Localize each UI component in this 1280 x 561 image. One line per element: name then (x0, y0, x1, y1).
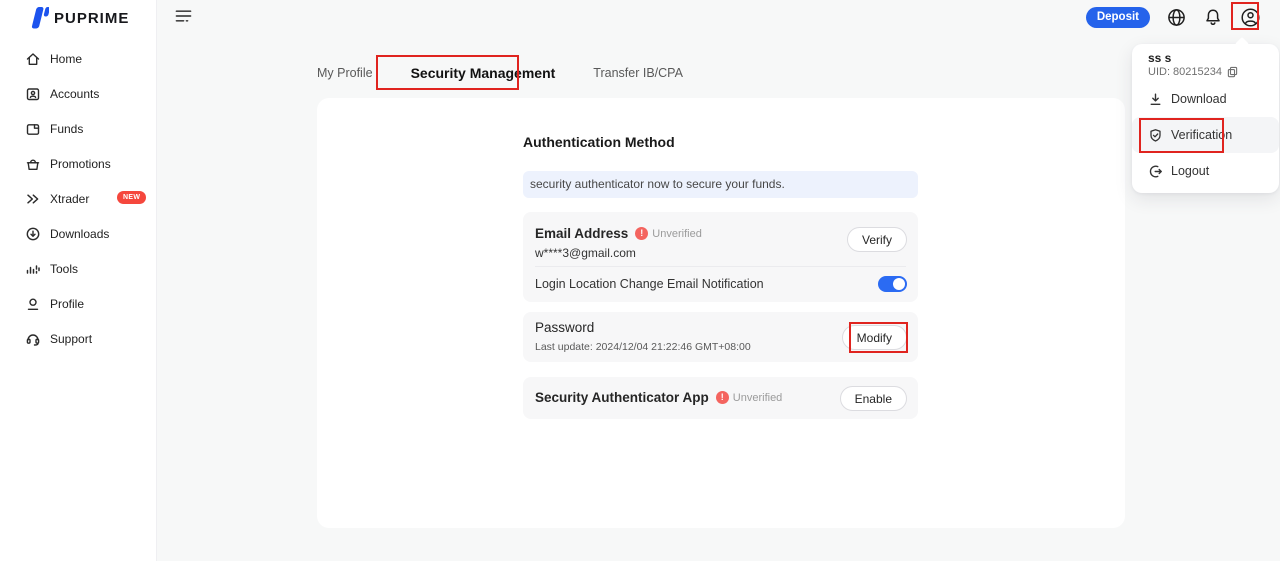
verify-button[interactable]: Verify (847, 227, 907, 252)
email-status-text: Unverified (652, 228, 702, 240)
profile-tabs: My Profile Security Management Transfer … (317, 55, 695, 90)
avatar-icon[interactable] (1239, 6, 1261, 28)
menu-item-logout[interactable]: Logout (1132, 153, 1279, 189)
accounts-icon (25, 86, 41, 102)
email-section: Email Address ! Unverified w****3@gmail.… (523, 212, 918, 302)
puprime-logo-icon (28, 6, 49, 30)
email-status-badge: ! Unverified (635, 227, 702, 240)
password-section: Password Last update: 2024/12/04 21:22:4… (523, 312, 918, 362)
home-icon (25, 51, 41, 67)
tab-security-management[interactable]: Security Management (385, 65, 582, 81)
funds-icon (25, 121, 41, 137)
authenticator-status-badge: ! Unverified (716, 391, 783, 404)
security-management-panel: Authentication Method security authentic… (317, 98, 1125, 528)
tab-my-profile[interactable]: My Profile (317, 66, 385, 80)
divider (535, 266, 906, 267)
menu-item-label: Verification (1171, 128, 1232, 142)
sidebar-nav: Home Accounts Funds Promotions (0, 41, 156, 356)
copy-icon[interactable] (1227, 66, 1238, 78)
sidebar-item-home[interactable]: Home (0, 41, 156, 76)
new-badge: NEW (117, 191, 146, 204)
user-uid: UID: 80215234 (1148, 66, 1222, 78)
email-title-row: Email Address ! Unverified (535, 226, 702, 241)
section-heading: Authentication Method (523, 134, 675, 150)
authenticator-status-text: Unverified (733, 392, 783, 404)
downloads-icon (25, 226, 41, 242)
promotions-icon (25, 156, 41, 172)
sidebar-item-promotions[interactable]: Promotions (0, 146, 156, 181)
email-value: w****3@gmail.com (535, 246, 636, 260)
security-banner: security authenticator now to secure you… (523, 171, 918, 198)
collapse-menu-icon[interactable] (175, 9, 192, 24)
sidebar-item-label: Home (50, 52, 82, 66)
tab-transfer-ib-cpa[interactable]: Transfer IB/CPA (581, 66, 695, 80)
topbar-actions: Deposit (1086, 6, 1261, 28)
shield-check-icon (1148, 128, 1163, 143)
brand-logo[interactable]: PUPRIME (28, 6, 129, 30)
password-title: Password (535, 320, 594, 335)
sidebar-item-label: Tools (50, 262, 78, 276)
menu-item-verification[interactable]: Verification (1132, 117, 1279, 153)
sidebar-item-xtrader[interactable]: Xtrader NEW (0, 181, 156, 216)
enable-button[interactable]: Enable (840, 386, 907, 411)
page: PUPRIME Home Accounts Funds (0, 0, 1280, 561)
user-name: ss s (1148, 51, 1171, 65)
sidebar-item-accounts[interactable]: Accounts (0, 76, 156, 111)
menu-item-download[interactable]: Download (1132, 81, 1279, 117)
authenticator-section: Security Authenticator App ! Unverified … (523, 377, 918, 419)
download-icon (1148, 92, 1163, 107)
password-last-update: Last update: 2024/12/04 21:22:46 GMT+08:… (535, 341, 751, 353)
menu-item-label: Download (1171, 92, 1227, 106)
authenticator-title-row: Security Authenticator App ! Unverified (535, 390, 782, 405)
user-menu-items: Download Verification Logout (1132, 81, 1279, 189)
login-notification-label: Login Location Change Email Notification (535, 277, 764, 291)
tools-icon (25, 261, 41, 277)
deposit-button[interactable]: Deposit (1086, 7, 1150, 28)
profile-icon (25, 296, 41, 312)
sidebar-item-label: Profile (50, 297, 84, 311)
password-title-row: Password (535, 320, 594, 335)
email-title: Email Address (535, 226, 628, 241)
menu-item-label: Logout (1171, 164, 1209, 178)
brand-name: PUPRIME (54, 10, 129, 27)
globe-icon[interactable] (1165, 6, 1187, 28)
sidebar-item-profile[interactable]: Profile (0, 286, 156, 321)
sidebar-item-support[interactable]: Support (0, 321, 156, 356)
sidebar-item-label: Promotions (50, 157, 111, 171)
sidebar-item-label: Funds (50, 122, 83, 136)
dropdown-caret (1235, 37, 1249, 51)
xtrader-icon (25, 191, 41, 207)
logout-icon (1148, 164, 1163, 179)
sidebar-item-downloads[interactable]: Downloads (0, 216, 156, 251)
user-dropdown-menu: ss s UID: 80215234 Download Verification (1132, 44, 1279, 193)
exclamation-icon: ! (716, 391, 729, 404)
support-icon (25, 331, 41, 347)
sidebar-item-funds[interactable]: Funds (0, 111, 156, 146)
login-notification-toggle[interactable] (878, 276, 907, 292)
sidebar-item-label: Downloads (50, 227, 109, 241)
modify-button[interactable]: Modify (842, 325, 907, 350)
sidebar-item-label: Accounts (50, 87, 99, 101)
sidebar-item-label: Xtrader (50, 192, 89, 206)
bell-icon[interactable] (1202, 6, 1224, 28)
authenticator-title: Security Authenticator App (535, 390, 709, 405)
exclamation-icon: ! (635, 227, 648, 240)
sidebar: PUPRIME Home Accounts Funds (0, 0, 157, 561)
sidebar-item-tools[interactable]: Tools (0, 251, 156, 286)
user-uid-row: UID: 80215234 (1148, 66, 1238, 78)
sidebar-item-label: Support (50, 332, 92, 346)
